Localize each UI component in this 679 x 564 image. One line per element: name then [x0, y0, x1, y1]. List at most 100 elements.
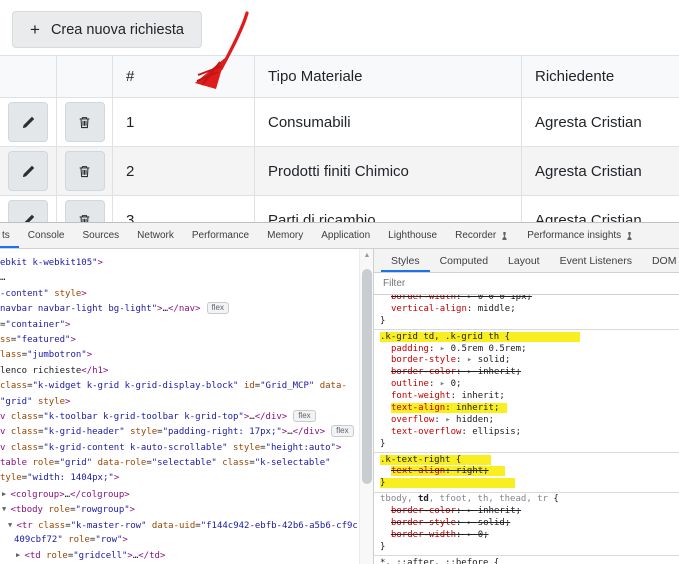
css-line[interactable]: text-overflow: ellipsis;	[380, 427, 679, 439]
cell-tipo: Consumabili	[255, 98, 522, 146]
edit-button[interactable]	[8, 151, 48, 191]
pencil-icon	[21, 115, 36, 130]
delete-button[interactable]	[65, 200, 105, 222]
cell-number: 3	[113, 196, 255, 222]
edit-button[interactable]	[8, 102, 48, 142]
flex-badge[interactable]: flex	[293, 410, 315, 422]
table-header-row: # Tipo Materiale Richiedente	[0, 56, 679, 98]
css-line[interactable]: }	[380, 439, 679, 451]
css-rule: .k-text-right {text-align: right;}	[380, 455, 679, 491]
css-rule: *, ::after, ::before {	[380, 558, 679, 564]
cell-richiedente: Agresta Cristian	[522, 147, 679, 195]
dom-node-line[interactable]: -content" style>	[0, 287, 357, 302]
cell-tipo: Prodotti finiti Chimico	[255, 147, 522, 195]
create-request-button[interactable]: + Crea nuova richiesta	[12, 11, 202, 48]
rule-separator	[374, 452, 679, 453]
dom-node-line[interactable]: tyle="width: 1404px;">	[0, 471, 357, 486]
dom-node-line[interactable]: ▼ <tbody role="rowgroup">	[0, 502, 357, 517]
dom-node-line[interactable]: ebkit k-webkit105">	[0, 256, 357, 271]
table-row[interactable]: 3 Parti di ricambio Agresta Cristian	[0, 196, 679, 222]
flex-badge[interactable]: flex	[207, 302, 229, 314]
css-line[interactable]: border-width: ▸ 0;	[380, 530, 679, 542]
dom-node-line[interactable]: v class="k-grid-content k-auto-scrollabl…	[0, 441, 357, 456]
delete-button[interactable]	[65, 151, 105, 191]
css-line[interactable]: overflow: ▸ hidden;	[380, 415, 679, 427]
css-line[interactable]: }	[380, 316, 679, 328]
css-rules-pane: border-width: ▸ 0 0 0 1px;vertical-align…	[374, 295, 679, 564]
sidebar-tab-event-listeners[interactable]: Event Listeners	[550, 249, 642, 272]
css-line[interactable]: border-color: ▸ inherit;	[380, 506, 679, 518]
css-line[interactable]: vertical-align: middle;	[380, 304, 679, 316]
sidebar-tab-styles[interactable]: Styles	[381, 249, 430, 272]
rule-separator	[374, 329, 679, 330]
sidebar-tab-dom-break[interactable]: DOM Break	[642, 249, 679, 272]
css-line[interactable]: tbody, td, tfoot, th, thead, tr {	[380, 494, 679, 506]
css-line[interactable]: }	[380, 542, 679, 554]
dom-node-line[interactable]: class="k-widget k-grid k-grid-display-bl…	[0, 379, 357, 394]
devtools-tab-performance[interactable]: Performance	[183, 223, 258, 248]
dom-node-line[interactable]: ▶ <td role="gridcell">…</td>	[0, 548, 357, 563]
requests-table: # Tipo Materiale Richiedente	[0, 55, 679, 222]
css-line[interactable]: font-weight: inherit;	[380, 391, 679, 403]
dom-node-line[interactable]: 409cbf72" role="row">	[0, 533, 357, 548]
scrollbar-thumb[interactable]	[362, 269, 372, 484]
dom-node-line[interactable]: v class="k-toolbar k-grid-toolbar k-grid…	[0, 410, 357, 425]
devtools-tab-lighthouse[interactable]: Lighthouse	[379, 223, 446, 248]
css-line[interactable]: .k-text-right {	[380, 455, 679, 467]
table-row[interactable]: 2 Prodotti finiti Chimico Agresta Cristi…	[0, 147, 679, 196]
web-page-area: + Crea nuova richiesta # Tipo Materiale …	[0, 0, 679, 222]
css-line[interactable]: .k-grid td, .k-grid th {	[380, 332, 679, 344]
flex-badge[interactable]: flex	[331, 425, 353, 437]
cell-tipo: Parti di ricambio	[255, 196, 522, 222]
devtools-tab-recorder[interactable]: Recorder	[446, 223, 518, 248]
screenshot-root: + Crea nuova richiesta # Tipo Materiale …	[0, 0, 679, 564]
css-line[interactable]: outline: ▸ 0;	[380, 379, 679, 391]
rule-separator	[374, 492, 679, 493]
devtools-tab-network[interactable]: Network	[128, 223, 183, 248]
css-line[interactable]: }	[380, 478, 679, 490]
table-row[interactable]: 1 Consumabili Agresta Cristian	[0, 98, 679, 147]
css-line[interactable]: border-style: ▸ solid;	[380, 355, 679, 367]
dom-scrollbar[interactable]: ▲	[359, 249, 373, 564]
devtools-tab-ts[interactable]: ts	[0, 223, 19, 248]
dom-node-line[interactable]: ="container">	[0, 318, 357, 333]
css-line[interactable]: text-align: inherit;	[380, 403, 679, 415]
devtools-tab-console[interactable]: Console	[19, 223, 74, 248]
dom-node-line[interactable]: lass="jumbotron">	[0, 348, 357, 363]
dom-node-line[interactable]: ▼ <tr class="k-master-row" data-uid="f14…	[0, 518, 357, 533]
cell-number: 2	[113, 147, 255, 195]
sidebar-tab-computed[interactable]: Computed	[430, 249, 498, 272]
devtools-tab-application[interactable]: Application	[312, 223, 379, 248]
dom-node-line[interactable]: navbar navbar-light bg-light">…</nav>fle…	[0, 302, 357, 317]
edit-button[interactable]	[8, 200, 48, 222]
css-rule: border-width: ▸ 0 0 0 1px;vertical-align…	[380, 295, 679, 328]
dom-node-line[interactable]: ▶ <colgroup>…</colgroup>	[0, 487, 357, 502]
css-line[interactable]: padding: ▸ 0.5rem 0.5rem;	[380, 344, 679, 356]
css-line[interactable]: text-align: right;	[380, 466, 679, 478]
devtools-tab-performance-insights[interactable]: Performance insights	[518, 223, 643, 248]
pencil-icon	[21, 164, 36, 179]
dom-node-line[interactable]: table role="grid" data-role="selectable"…	[0, 456, 357, 471]
css-line[interactable]: border-color: ▸ inherit;	[380, 367, 679, 379]
flask-experiment-icon	[500, 231, 509, 241]
css-line[interactable]: border-width: ▸ 0 0 0 1px;	[380, 295, 679, 304]
cell-richiedente: Agresta Cristian	[522, 196, 679, 222]
css-line[interactable]: *, ::after, ::before {	[380, 558, 679, 564]
dom-node-line[interactable]: …	[0, 271, 357, 286]
styles-filter-input[interactable]	[374, 278, 649, 289]
dom-node-line[interactable]: ss="featured">	[0, 333, 357, 348]
devtools-tab-memory[interactable]: Memory	[258, 223, 312, 248]
devtools-body: ebkit k-webkit105">…-content" style>navb…	[0, 249, 679, 564]
sidebar-tab-layout[interactable]: Layout	[498, 249, 550, 272]
scrollbar-up-icon[interactable]: ▲	[360, 252, 373, 259]
dom-node-line[interactable]: lenco richieste</h1>	[0, 364, 357, 379]
dom-node-line[interactable]: "grid" style>	[0, 395, 357, 410]
trash-icon	[77, 213, 92, 223]
header-delete-column	[57, 56, 113, 97]
css-line[interactable]: border-style: ▸ solid;	[380, 518, 679, 530]
dom-node-line[interactable]: v class="k-grid-header" style="padding-r…	[0, 425, 357, 440]
create-request-label: Crea nuova richiesta	[51, 22, 184, 38]
devtools-tab-sources[interactable]: Sources	[73, 223, 128, 248]
trash-icon	[77, 115, 92, 130]
delete-button[interactable]	[65, 102, 105, 142]
